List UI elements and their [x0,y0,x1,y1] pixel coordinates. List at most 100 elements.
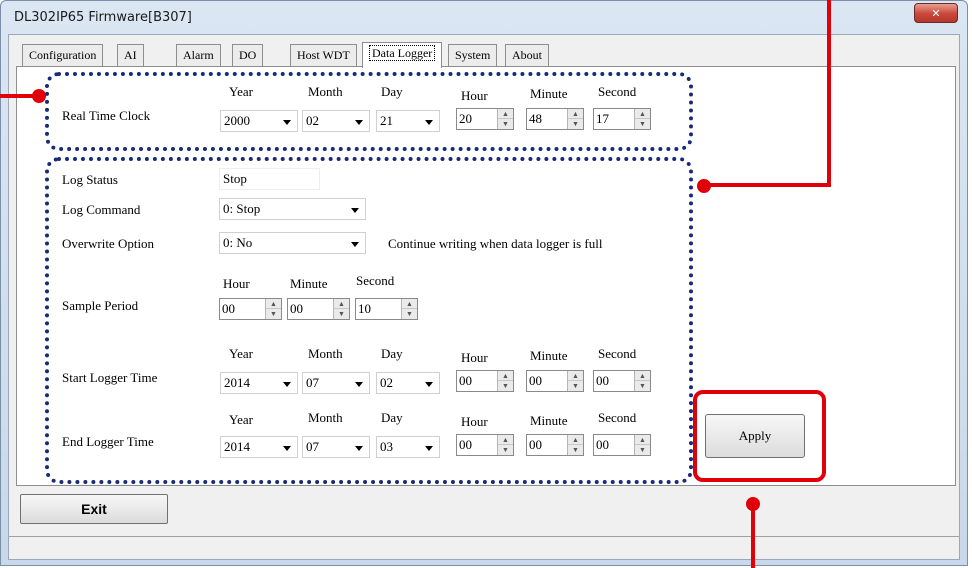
annotation-line [827,0,831,187]
log-command-select[interactable]: 0: Stop [219,198,366,220]
sample-hour-value: 00 [222,301,235,316]
end-month-select[interactable]: 07 [302,436,370,458]
chevron-down-icon [283,120,291,125]
start-hour-spinner[interactable]: 00 ▲ ▼ [456,370,514,392]
end-month-value: 07 [306,439,319,454]
spinner-buttons[interactable]: ▲ ▼ [567,435,583,455]
rtc-minute-value: 48 [529,111,542,126]
window-title: DL302IP65 Firmware[B307] [14,10,192,25]
end-day-header: Day [381,410,403,425]
spin-down-icon[interactable]: ▼ [402,309,417,318]
status-bar [9,536,959,558]
tab-about[interactable]: About [505,44,549,66]
start-month-value: 07 [306,375,319,390]
log-command-value: 0: Stop [223,201,261,216]
sample-second-header: Second [356,273,395,288]
tab-system[interactable]: System [448,44,498,66]
spinner-buttons[interactable]: ▲ ▼ [497,109,513,129]
spinner-buttons[interactable]: ▲ ▼ [634,109,650,129]
spin-down-icon[interactable]: ▼ [498,119,513,128]
rtc-minute-spinner[interactable]: 48 ▲ ▼ [526,108,584,130]
rtc-hour-value: 20 [459,111,472,126]
start-day-header: Day [381,346,403,361]
end-hour-spinner[interactable]: 00 ▲ ▼ [456,434,514,456]
end-minute-header: Minute [530,413,568,428]
start-second-header: Second [598,346,637,361]
start-minute-spinner[interactable]: 00 ▲ ▼ [526,370,584,392]
tab-data-logger[interactable]: Data Logger [362,42,443,68]
tab-do[interactable]: DO [232,44,264,66]
spin-down-icon[interactable]: ▼ [635,381,650,390]
spin-down-icon[interactable]: ▼ [334,309,349,318]
spinner-buttons[interactable]: ▲ ▼ [497,435,513,455]
rtc-minute-header: Minute [530,86,568,101]
spinner-buttons[interactable]: ▲ ▼ [333,299,349,319]
sample-second-spinner[interactable]: 10 ▲ ▼ [355,298,418,320]
overwrite-option-value: 0: No [223,235,253,250]
tab-alarm[interactable]: Alarm [176,44,221,66]
tab-label: About [512,48,542,62]
spinner-buttons[interactable]: ▲ ▼ [634,435,650,455]
rtc-year-select[interactable]: 2000 [220,110,298,132]
spin-down-icon[interactable]: ▼ [568,381,583,390]
rtc-year-value: 2000 [224,113,250,128]
tab-configuration[interactable]: Configuration [22,44,104,66]
spin-down-icon[interactable]: ▼ [635,445,650,454]
sample-period-label: Sample Period [62,298,139,313]
end-minute-value: 00 [529,437,542,452]
rtc-second-spinner[interactable]: 17 ▲ ▼ [593,108,651,130]
spinner-buttons[interactable]: ▲ ▼ [634,371,650,391]
rtc-day-header: Day [381,84,403,99]
sample-minute-spinner[interactable]: 00 ▲ ▼ [287,298,350,320]
spin-down-icon[interactable]: ▼ [266,309,281,318]
sample-hour-spinner[interactable]: 00 ▲ ▼ [219,298,282,320]
start-second-spinner[interactable]: 00 ▲ ▼ [593,370,651,392]
tab-label: AI [124,48,137,62]
chevron-down-icon [355,120,363,125]
spin-down-icon[interactable]: ▼ [568,445,583,454]
end-minute-spinner[interactable]: 00 ▲ ▼ [526,434,584,456]
rtc-month-select[interactable]: 02 [302,110,370,132]
end-second-spinner[interactable]: 00 ▲ ▼ [593,434,651,456]
spin-down-icon[interactable]: ▼ [498,381,513,390]
exit-button[interactable]: Exit [20,494,168,524]
end-year-value: 2014 [224,439,250,454]
annotation-dot [32,89,46,103]
spin-down-icon[interactable]: ▼ [568,119,583,128]
chevron-down-icon [425,446,433,451]
overwrite-option-select[interactable]: 0: No [219,232,366,254]
overwrite-note: Continue writing when data logger is ful… [388,236,603,251]
end-second-value: 00 [596,437,609,452]
end-month-header: Month [308,410,343,425]
start-month-header: Month [308,346,343,361]
tab-label: DO [239,48,257,62]
spin-down-icon[interactable]: ▼ [498,445,513,454]
start-hour-value: 00 [459,373,472,388]
start-month-select[interactable]: 07 [302,372,370,394]
end-year-select[interactable]: 2014 [220,436,298,458]
end-day-select[interactable]: 03 [376,436,440,458]
close-button[interactable]: ✕ [914,3,958,23]
spinner-buttons[interactable]: ▲ ▼ [497,371,513,391]
start-year-header: Year [229,346,253,361]
tab-host-wdt[interactable]: Host WDT [290,44,357,66]
overwrite-option-label: Overwrite Option [62,236,155,251]
start-year-select[interactable]: 2014 [220,372,298,394]
rtc-day-select[interactable]: 21 [376,110,440,132]
rtc-year-header: Year [229,84,253,99]
spinner-buttons[interactable]: ▲ ▼ [567,109,583,129]
close-icon: ✕ [931,6,941,20]
tab-ai[interactable]: AI [117,44,144,66]
log-command-label: Log Command [62,202,141,217]
spinner-buttons[interactable]: ▲ ▼ [265,299,281,319]
rtc-hour-spinner[interactable]: 20 ▲ ▼ [456,108,514,130]
start-minute-header: Minute [530,348,568,363]
end-second-header: Second [598,410,637,425]
start-day-select[interactable]: 02 [376,372,440,394]
spinner-buttons[interactable]: ▲ ▼ [567,371,583,391]
rtc-hour-header: Hour [461,88,488,103]
end-year-header: Year [229,412,253,427]
spinner-buttons[interactable]: ▲ ▼ [401,299,417,319]
spin-down-icon[interactable]: ▼ [635,119,650,128]
chevron-down-icon [355,446,363,451]
